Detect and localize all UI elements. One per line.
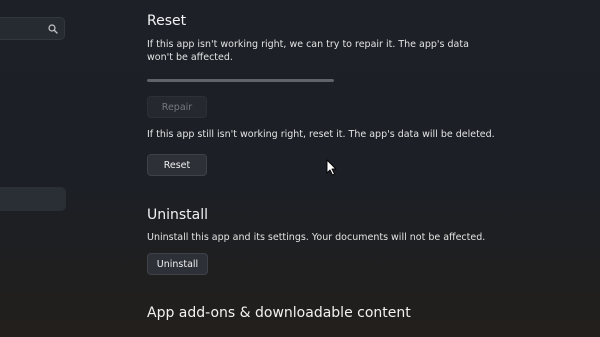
repair-button[interactable]: Repair <box>147 96 207 118</box>
search-box[interactable] <box>0 17 65 40</box>
reset-heading: Reset <box>147 13 187 29</box>
repair-progress-bar <box>147 79 334 82</box>
repair-progress-fill <box>147 79 334 82</box>
uninstall-heading: Uninstall <box>147 207 209 223</box>
repair-description-line2: won't be affected. <box>147 52 233 63</box>
uninstall-description: Uninstall this app and its settings. You… <box>147 232 486 243</box>
repair-description-line1: If this app isn't working right, we can … <box>147 39 469 50</box>
reset-button[interactable]: Reset <box>147 154 207 176</box>
uninstall-button[interactable]: Uninstall <box>147 253 208 275</box>
settings-window: Reset If this app isn't working right, w… <box>0 0 600 337</box>
navigation-pane <box>0 0 70 337</box>
addons-heading: App add-ons & downloadable content <box>147 305 411 321</box>
reset-description: If this app still isn't working right, r… <box>147 129 495 140</box>
search-icon[interactable] <box>47 23 59 35</box>
mouse-pointer-icon <box>326 159 337 176</box>
nav-item-selected[interactable] <box>0 187 66 211</box>
